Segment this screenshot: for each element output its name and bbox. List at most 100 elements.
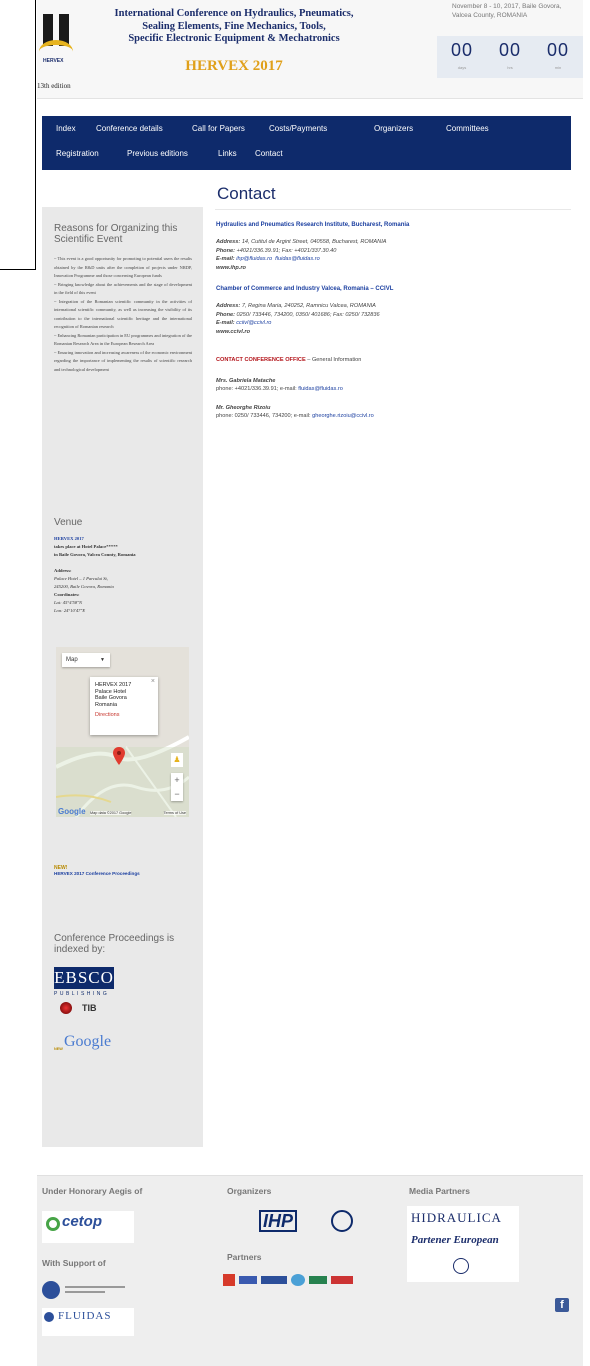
popup-line: Romania	[95, 701, 118, 708]
hidraulica-logo[interactable]: HIDRAULICA	[411, 1210, 502, 1226]
news-box: NEW! HERVEX 2017 Conference Proceedings	[54, 865, 140, 876]
cetop-logo[interactable]: cetop	[42, 1211, 134, 1243]
partner-logo[interactable]	[291, 1274, 305, 1286]
venue-info: HERVEX 2017 takes place at Hotel Palace*…	[54, 535, 194, 615]
site-footer: Under Honorary Aegis of cetop With Suppo…	[37, 1175, 583, 1366]
map-type-dropdown[interactable]: Map ▼	[62, 653, 110, 667]
logo-name: HERVEX	[43, 58, 64, 64]
org1-address: 14, Cutitul de Argint Street, 040558, Bu…	[241, 239, 387, 245]
partner-logo[interactable]	[223, 1274, 235, 1286]
media-partners-title: Media Partners	[409, 1186, 470, 1196]
partener-european-logo[interactable]: Partener European	[411, 1234, 499, 1246]
title-divider	[215, 209, 571, 210]
zoom-in-icon[interactable]: +	[171, 773, 183, 787]
tib-logo-icon[interactable]	[60, 1002, 72, 1014]
nav-contact[interactable]: Contact	[255, 149, 283, 158]
office-subtitle: – General Information	[307, 357, 362, 363]
hervex-logo[interactable]: HERVEX 13th edition	[37, 10, 87, 90]
org1-web-link[interactable]: www.ihp.ro	[216, 264, 571, 273]
nav-previous-editions[interactable]: Previous editions	[127, 149, 188, 158]
org2-email-link[interactable]: cciivl@ccivl.ro	[236, 320, 271, 326]
popup-line: Baile Govora	[95, 695, 127, 702]
indexed-title: Conference Proceedings is indexed by:	[54, 933, 175, 955]
contact-content: Hydraulics and Pneumatics Research Insti…	[216, 222, 571, 421]
person1-email-link[interactable]: fluidas@fluidas.ro	[298, 386, 343, 392]
title-line: International Conference on Hydraulics, …	[114, 8, 354, 19]
venue-location: in Baile Govora, Valcea County, Romania	[54, 552, 136, 557]
venue-title: Venue	[54, 517, 83, 528]
main-nav: Index Conference details Call for Papers…	[42, 116, 571, 170]
map-info-window: HERVEX 2017 Palace Hotel Baile Govora Ro…	[90, 677, 158, 735]
nav-index[interactable]: Index	[56, 124, 76, 133]
venue-place: takes place at Hotel Palace*****	[54, 544, 118, 549]
partners-logos	[223, 1274, 363, 1288]
phone-label: Phone:	[216, 247, 235, 254]
longitude: Lon: 24°10'47"E	[54, 608, 86, 613]
reason-item: ~ Bringing knowledge about the achieveme…	[54, 281, 192, 296]
email-label: E-mail:	[216, 320, 235, 326]
phone-label: Phone:	[216, 311, 235, 318]
nav-registration[interactable]: Registration	[56, 149, 99, 158]
latitude: Lat: 45°4'58"N	[54, 600, 83, 605]
person1-name: Mrs. Gabriela Matache	[216, 377, 276, 384]
nav-committees[interactable]: Committees	[446, 124, 489, 133]
address-line: 245200, Baile Govora, Romania	[54, 584, 114, 589]
partner-logo[interactable]	[331, 1276, 353, 1284]
zoom-out-icon[interactable]: −	[171, 787, 183, 801]
reasons-list: ~ This event is a good opportunity for p…	[54, 255, 192, 374]
address-line: Palace Hotel – 1 Parcului St,	[54, 576, 108, 581]
map-pin-icon[interactable]	[113, 747, 125, 767]
proceedings-link[interactable]: HERVEX 2017 Conference Proceedings	[54, 871, 140, 876]
zoom-controls: + −	[171, 773, 183, 801]
page: HERVEX 13th edition International Confer…	[37, 0, 583, 1366]
ebsco-logo[interactable]: EBSCO	[54, 967, 114, 989]
partner-logo[interactable]	[239, 1276, 257, 1284]
countdown: 00 days 00 hrs 00 min	[437, 36, 583, 78]
close-icon[interactable]: ×	[151, 678, 155, 685]
facebook-icon[interactable]: f	[555, 1298, 569, 1312]
directions-link[interactable]: Directions	[95, 712, 131, 719]
google-logo[interactable]: Google	[64, 1033, 111, 1051]
ebsco-subtitle: PUBLISHING	[54, 991, 110, 997]
partner-logo[interactable]	[261, 1276, 287, 1284]
street-view-icon[interactable]: ♟	[171, 753, 183, 767]
fluidas-logo[interactable]: FLUIDAS	[42, 1308, 134, 1336]
tib-logo[interactable]: TIB	[82, 1003, 97, 1013]
google-map-logo: Google	[58, 807, 86, 816]
ihp-logo[interactable]: IHP	[259, 1210, 298, 1232]
ccivl-logo[interactable]	[331, 1210, 353, 1232]
nav-costs-payments[interactable]: Costs/Payments	[269, 124, 327, 133]
google-map[interactable]: Map ▼ HERVEX 2017 Palace Hotel Baile Gov…	[56, 647, 189, 817]
nav-links[interactable]: Links	[218, 149, 237, 158]
person1-phone: phone: +4021/336.39.91; e-mail:	[216, 386, 297, 392]
reason-item: ~ Enhancing Romanian participation in EU…	[54, 332, 192, 347]
reason-item: ~ Integration of the Romanian scientific…	[54, 298, 192, 330]
org2-web-link[interactable]: www.ccivl.ro	[216, 328, 571, 337]
office-title: CONTACT CONFERENCE OFFICE	[216, 357, 306, 363]
window-frame	[0, 0, 36, 270]
organizers-title: Organizers	[227, 1186, 272, 1196]
partner-logo[interactable]	[309, 1276, 327, 1284]
nav-conference-details[interactable]: Conference details	[96, 124, 163, 133]
reason-item: ~ Ensuring innovation and increasing awa…	[54, 349, 192, 372]
address-label: Address:	[54, 568, 72, 573]
person2-email-link[interactable]: gheorghe.rizoiu@ccivl.ro	[312, 413, 374, 419]
address-label: Address:	[216, 303, 241, 309]
reason-item: ~ This event is a good opportunity for p…	[54, 256, 192, 278]
partners-title: Partners	[227, 1252, 262, 1262]
ministry-logo[interactable]	[65, 1286, 125, 1293]
org2-phone: 0250/ 733446, 734200, 0350/ 401686; Fax:…	[236, 311, 380, 318]
org1-email-link[interactable]: ihp@fluidas.ro	[236, 256, 272, 262]
ministry-logo-icon[interactable]	[42, 1281, 60, 1299]
coordinates-label: Coordinates:	[54, 592, 80, 597]
map-terms-link[interactable]: Terms of Use	[163, 811, 186, 815]
person2-phone: phone: 0250/ 733446, 734200; e-mail:	[216, 413, 311, 419]
org1-email-link[interactable]: fluidas@fluidas.ro	[275, 256, 320, 262]
chevron-down-icon: ▼	[100, 657, 105, 663]
nav-call-for-papers[interactable]: Call for Papers	[192, 124, 245, 133]
popup-line: Palace Hotel	[95, 688, 127, 695]
countdown-days: 00 days	[450, 40, 474, 70]
support-title: With Support of	[42, 1258, 106, 1268]
page-title: Contact	[217, 184, 276, 203]
nav-organizers[interactable]: Organizers	[374, 124, 413, 133]
